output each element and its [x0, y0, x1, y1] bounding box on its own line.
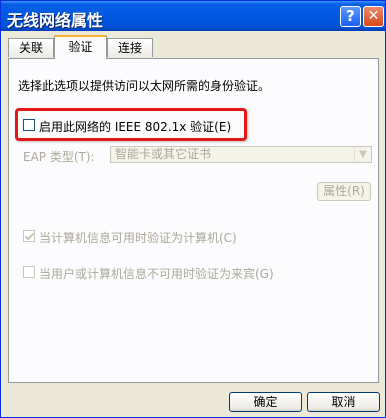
auth-as-guest-checkbox[interactable] [23, 266, 35, 278]
eap-type-label: EAP 类型(T): [23, 150, 95, 164]
close-button[interactable]: ✕ [363, 6, 384, 27]
help-button[interactable]: ? [340, 6, 361, 27]
cancel-button[interactable]: 取消 [307, 392, 380, 412]
window-title: 无线网络属性 [7, 11, 104, 30]
properties-button[interactable]: 属性(R) [317, 182, 371, 201]
tab-association[interactable]: 关联 [8, 38, 54, 57]
auth-description: 选择此选项以提供访问以太网所需的身份验证。 [18, 79, 271, 93]
auth-as-computer-checkbox[interactable] [23, 230, 35, 242]
tab-authentication[interactable]: 验证 [54, 35, 107, 59]
tab-panel-authentication [8, 58, 379, 383]
chevron-down-icon[interactable]: ▼ [354, 147, 371, 162]
eap-type-value: 智能卡或其它证书 [115, 147, 212, 161]
ok-button[interactable]: 确定 [229, 392, 302, 412]
eap-type-select[interactable]: 智能卡或其它证书 ▼ [110, 146, 372, 163]
enable-8021x-checkbox[interactable] [23, 119, 35, 131]
auth-as-guest-label[interactable]: 当用户或计算机信息不可用时验证为来宾(G) [39, 265, 274, 282]
dialog-window: 无线网络属性 ? ✕ 关联 验证 连接 选择此选项以提供访问以太网所需的身份验证… [0, 0, 386, 418]
auth-as-computer-label[interactable]: 当计算机信息可用时验证为计算机(C) [39, 229, 237, 246]
enable-8021x-label[interactable]: 启用此网络的 IEEE 802.1x 验证(E) [39, 118, 231, 135]
tab-connection[interactable]: 连接 [107, 38, 153, 57]
title-bar[interactable]: 无线网络属性 ? ✕ [1, 1, 385, 31]
